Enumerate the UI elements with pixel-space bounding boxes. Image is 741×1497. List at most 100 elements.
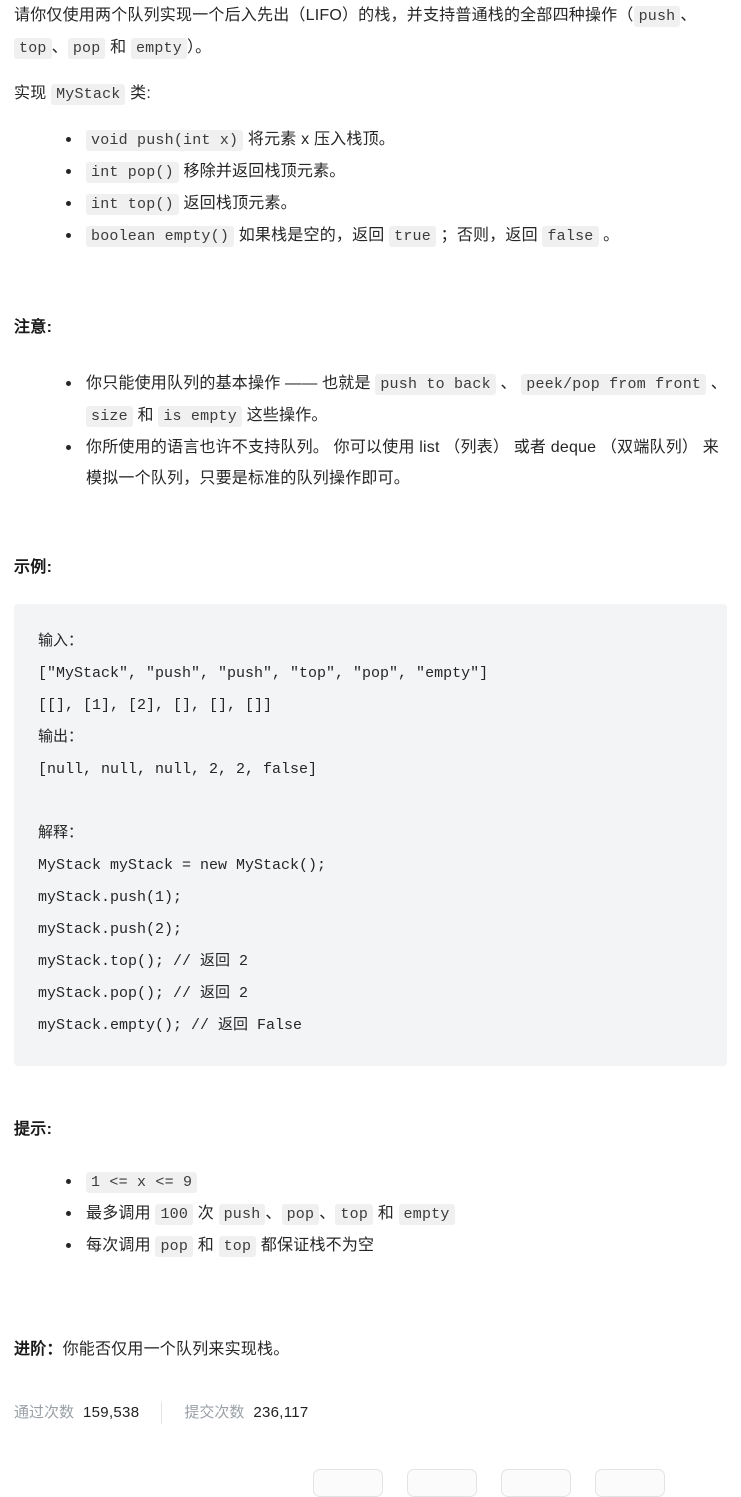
advanced-label: 进阶： — [14, 1341, 63, 1358]
hint-text-3a: 每次调用 — [86, 1237, 151, 1254]
hint-sep-1: 、 — [265, 1205, 282, 1222]
implement-suffix: 类: — [130, 85, 151, 102]
note-and-word: 和 — [137, 407, 154, 424]
intro-text-part-1: 请你仅使用两个队列实现一个后入先出（LIFO）的栈，并支持普通栈的全部四种操作（ — [14, 7, 634, 24]
inline-code-push: push — [633, 6, 681, 27]
inline-code-hint3-top: top — [218, 1236, 257, 1257]
note-text-1b: 这些操作。 — [246, 407, 328, 424]
problem-description-panel: 请你仅使用两个队列实现一个后入先出（LIFO）的栈，并支持普通栈的全部四种操作（… — [0, 0, 741, 1497]
problem-intro-paragraph: 请你仅使用两个队列实现一个后入先出（LIFO）的栈，并支持普通栈的全部四种操作（… — [14, 0, 727, 64]
hint-text-2a: 最多调用 — [86, 1205, 151, 1222]
inline-code-empty: empty — [130, 38, 187, 59]
inline-code-constraint-x: 1 <= x <= 9 — [86, 1172, 198, 1193]
example-explain-line-5: myStack.pop(); // 返回 2 — [38, 985, 249, 1002]
hint-sep-2: 、 — [319, 1205, 336, 1222]
inline-code-hint-pop: pop — [281, 1204, 320, 1225]
example-code-block: 输入： ["MyStack", "push", "push", "top", "… — [14, 604, 727, 1066]
list-item: int pop() 移除并返回栈顶元素。 — [66, 156, 727, 188]
inline-code-peek-pop-from-front: peek/pop from front — [521, 374, 707, 395]
problem-stats: 通过次数 159,538 提交次数 236,117 — [14, 1402, 727, 1424]
list-item: 每次调用 pop 和 top 都保证栈不为空 — [66, 1230, 727, 1262]
bottom-action-chip-1[interactable] — [313, 1469, 383, 1497]
example-input-line-1: ["MyStack", "push", "push", "top", "pop"… — [38, 665, 489, 682]
list-item: 1 <= x <= 9 — [66, 1166, 727, 1198]
example-input-line-2: [[], [1], [2], [], [], []] — [38, 697, 273, 714]
bottom-action-chip-4[interactable] — [595, 1469, 665, 1497]
stats-divider — [161, 1402, 163, 1424]
intro-text-part-2: ）。 — [186, 39, 212, 56]
method-desc-top: 返回栈顶元素。 — [183, 195, 297, 212]
bottom-action-chip-2[interactable] — [407, 1469, 477, 1497]
advanced-text: 你能否仅用一个队列来实现栈。 — [62, 1341, 290, 1358]
list-item: boolean empty() 如果栈是空的，返回 true ；否则，返回 fa… — [66, 220, 727, 252]
inline-code-hint3-pop: pop — [155, 1236, 194, 1257]
inline-code-hint-push: push — [218, 1204, 266, 1225]
method-desc-empty-a: 如果栈是空的，返回 — [238, 227, 385, 244]
inline-code-method-empty: boolean empty() — [86, 226, 235, 247]
hints-heading: 提示: — [14, 1121, 53, 1138]
inline-code-hint-empty: empty — [398, 1204, 455, 1225]
inline-code-push-to-back: push to back — [375, 374, 496, 395]
method-list: void push(int x) 将元素 x 压入栈顶。 int pop() 移… — [14, 124, 727, 252]
accepted-count-value: 159,538 — [83, 1404, 140, 1421]
submission-count-label: 提交次数 — [184, 1404, 245, 1421]
inline-code-is-empty: is empty — [158, 406, 242, 427]
implement-class-line: 实现 MyStack 类: — [14, 78, 727, 110]
hint-text-3b: 都保证栈不为空 — [260, 1237, 375, 1254]
example-output-line: [null, null, null, 2, 2, false] — [38, 761, 318, 778]
note-sep-2: 、 — [710, 375, 727, 392]
example-input-label: 输入： — [38, 633, 84, 650]
inline-code-false: false — [542, 226, 599, 247]
list-item: 最多调用 100 次 push、 pop、 top 和 empty — [66, 1198, 727, 1230]
intro-separator-2: 、 — [51, 39, 68, 56]
list-item: int top() 返回栈顶元素。 — [66, 188, 727, 220]
note-sep-1: 、 — [500, 375, 517, 392]
example-explain-line-1: MyStack myStack = new MyStack(); — [38, 857, 327, 874]
inline-code-method-push: void push(int x) — [86, 130, 244, 151]
list-item: 你所使用的语言也许不支持队列。 你可以使用 list （列表） 或者 deque… — [66, 432, 727, 494]
notes-heading: 注意: — [14, 319, 53, 336]
inline-code-method-pop: int pop() — [86, 162, 179, 183]
list-item: 你只能使用队列的基本操作 —— 也就是 push to back 、 peek/… — [66, 368, 727, 432]
intro-and-word: 和 — [110, 39, 127, 56]
method-desc-pop: 移除并返回栈顶元素。 — [183, 163, 346, 180]
inline-code-true: true — [389, 226, 436, 247]
note-text-1a: 你只能使用队列的基本操作 —— 也就是 — [86, 375, 371, 392]
implement-prefix: 实现 — [14, 85, 47, 102]
list-item: void push(int x) 将元素 x 压入栈顶。 — [66, 124, 727, 156]
accepted-count-label: 通过次数 — [14, 1404, 75, 1421]
method-desc-empty-b: ；否则，返回 — [440, 227, 538, 244]
advanced-line: 进阶：你能否仅用一个队列来实现栈。 — [14, 1336, 727, 1364]
inline-code-method-top: int top() — [86, 194, 179, 215]
example-explain-label: 解释： — [38, 825, 84, 842]
example-explain-line-4: myStack.top(); // 返回 2 — [38, 953, 249, 970]
bottom-action-chip-3[interactable] — [501, 1469, 571, 1497]
inline-code-pop: pop — [67, 38, 106, 59]
bottom-action-chip-row — [313, 1469, 665, 1497]
hint3-and-word: 和 — [197, 1237, 214, 1254]
intro-separator-1: 、 — [680, 7, 697, 24]
inline-code-100: 100 — [155, 1204, 194, 1225]
inline-code-hint-top: top — [335, 1204, 374, 1225]
example-explain-line-3: myStack.push(2); — [38, 921, 183, 938]
hint-text-2b: 次 — [197, 1205, 214, 1222]
example-explain-line-2: myStack.push(1); — [38, 889, 183, 906]
example-heading: 示例: — [14, 559, 53, 576]
method-desc-push: 将元素 x 压入栈顶。 — [247, 131, 395, 148]
hint-and-word: 和 — [377, 1205, 394, 1222]
example-explain-line-6: myStack.empty(); // 返回 False — [38, 1017, 303, 1034]
submission-count-value: 236,117 — [253, 1404, 309, 1421]
inline-code-top: top — [14, 38, 52, 59]
notes-list: 你只能使用队列的基本操作 —— 也就是 push to back 、 peek/… — [14, 368, 727, 494]
method-desc-empty-c: 。 — [603, 227, 620, 244]
example-output-label: 输出： — [38, 729, 84, 746]
inline-code-mystack: MyStack — [51, 84, 126, 105]
